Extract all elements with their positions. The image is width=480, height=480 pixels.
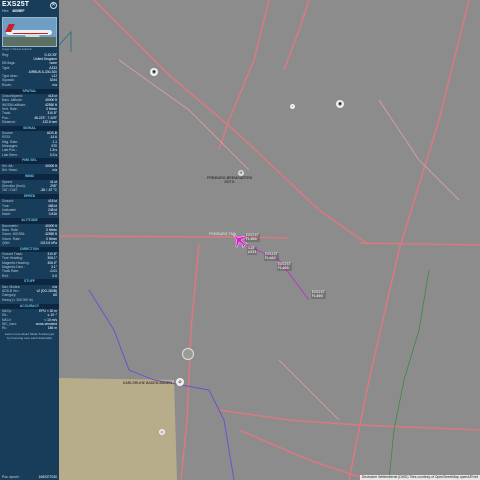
panel-header: EXS25T Hex: 4005EF ✕ xyxy=(0,0,59,17)
speed-row: Mach: 0.816 xyxy=(0,212,59,216)
fms-value: n/a xyxy=(52,168,57,173)
accuracy-key[interactable]: Rc: xyxy=(2,326,7,330)
direction-row: Roll: 0.0 xyxy=(0,274,59,278)
info-key: Type: xyxy=(2,65,11,70)
info-value: n/a xyxy=(52,82,57,87)
direction-value: 0.0 xyxy=(52,273,57,278)
spatial-row: Distance: 132.6 nmi xyxy=(0,120,59,124)
photo-caption[interactable]: Image © Manuel Kolesnik xyxy=(2,48,57,51)
waypoint-icon[interactable]: • xyxy=(290,104,295,109)
signal-key[interactable]: Last Seen: xyxy=(2,153,18,157)
aircraft-detail-label[interactable]: 418 A333 xyxy=(247,246,258,255)
trail-alt: FL400 xyxy=(264,255,276,260)
fms-row: Sel. Head.: n/a xyxy=(0,168,59,172)
direction-key[interactable]: Roll: xyxy=(2,274,9,278)
mode-s-note[interactable]: Learn more about Mode S data type by hov… xyxy=(0,331,59,341)
pos-epoch-value: 1692377020 xyxy=(38,475,57,479)
info-key: Route: xyxy=(2,82,12,87)
trail-label[interactable]: EXS25T FL400 xyxy=(264,252,279,261)
pos-epoch-key: Pos. epoch: xyxy=(2,475,20,479)
close-icon[interactable]: ✕ xyxy=(50,2,57,9)
photo-ground xyxy=(3,37,56,46)
info-row: Route: n/a xyxy=(0,83,59,87)
airport-marker-icon[interactable]: ⌀ xyxy=(176,378,184,386)
accuracy-value: 186 m xyxy=(47,326,57,331)
wind-value: -36 / -57 °C xyxy=(40,188,57,193)
speed-key[interactable]: Mach: xyxy=(2,212,11,216)
navaid-icon[interactable]: ◉ xyxy=(336,100,344,108)
spatial-key[interactable]: Distance: xyxy=(2,120,16,124)
map-attribution[interactable]: Deutscher Wetterdienst (DWD) Tiles court… xyxy=(359,475,480,480)
map-view[interactable]: ◉ ◉ • ✈ ⌀ ◎ FREIBURG-BREMGARTEN EDTG FRE… xyxy=(59,0,480,480)
signal-row: Last Seen: 0.3 s xyxy=(0,153,59,157)
airfield-code: EDTG xyxy=(224,180,235,184)
map-canvas[interactable] xyxy=(59,0,480,480)
waypoint-icon[interactable]: ◎ xyxy=(159,429,165,435)
trail-label[interactable]: EXS25T FL400 xyxy=(277,262,292,271)
trail-alt: FL400 xyxy=(277,265,289,270)
sector-label: FREIBURG TMA xyxy=(209,232,237,236)
wind-key[interactable]: TAT / OAT: xyxy=(2,188,18,192)
signal-value: 0.3 s xyxy=(49,152,57,157)
trail-label[interactable]: EXS25T FL400 xyxy=(311,290,326,299)
aircraft-type: A333 xyxy=(247,249,257,254)
info-rows: Reg: G-DCSF United Kingdom DB flags: none … xyxy=(0,53,59,87)
stuff-value: A5 xyxy=(52,293,57,298)
fms-key[interactable]: Sel. Head.: xyxy=(2,168,18,172)
stuff-key: Heavy (> 300 000 lb) xyxy=(2,297,33,302)
altitude-row: QNH: 1013.6 hPa xyxy=(0,241,59,245)
photo-wing xyxy=(23,34,41,37)
hex-line: Hex: 4005EF xyxy=(2,9,57,13)
airport-icon[interactable] xyxy=(182,348,194,360)
stuff-row: Heavy (> 300 000 lb) xyxy=(0,298,59,302)
aircraft-alt: FL400 xyxy=(245,236,257,241)
hex-value[interactable]: 4005EF xyxy=(12,9,24,13)
wind-row: TAT / OAT: -36 / -57 °C xyxy=(0,188,59,192)
aircraft-label[interactable]: EXS25T FL400 xyxy=(245,233,260,242)
altitude-key[interactable]: QNH: xyxy=(2,241,10,245)
navaid-icon[interactable]: ◉ xyxy=(150,68,158,76)
aircraft-photo[interactable] xyxy=(2,17,57,47)
airfield-low-label: KARLSRUHE BADEN-BADEN xyxy=(123,381,172,385)
info-key: Reg: xyxy=(2,52,9,57)
trail-alt: FL400 xyxy=(311,293,323,298)
pos-epoch-row: Pos. epoch: 1692377020 xyxy=(0,475,59,480)
hex-label: Hex: xyxy=(2,9,10,13)
airfield-label: FREIBURG-BREMGARTEN EDTG xyxy=(207,176,252,184)
spatial-value: 132.6 nmi xyxy=(42,119,57,124)
aircraft-info-panel: EXS25T Hex: 4005EF ✕ Image © Manuel Koles… xyxy=(0,0,59,480)
speed-value: 0.816 xyxy=(48,212,57,217)
callsign-title[interactable]: EXS25T xyxy=(2,1,57,9)
altitude-value: 1013.6 hPa xyxy=(40,240,57,245)
